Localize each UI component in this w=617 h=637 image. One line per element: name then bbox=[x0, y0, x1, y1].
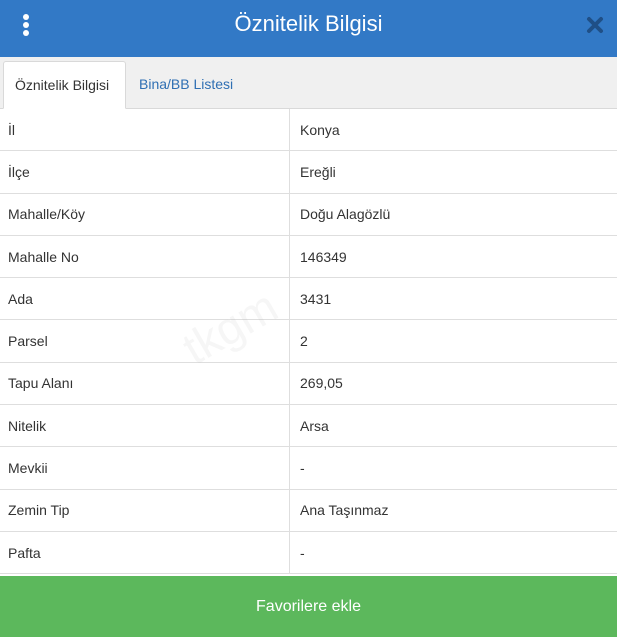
table-row: Parsel 2 bbox=[0, 320, 617, 363]
close-icon bbox=[587, 17, 603, 33]
attribute-value: - bbox=[289, 531, 609, 574]
attribute-label: Parsel bbox=[8, 333, 48, 350]
attribute-value: Ereğli bbox=[289, 151, 609, 193]
tab-attribute-info[interactable]: Öznitelik Bilgisi bbox=[3, 61, 126, 109]
attribute-label: Mevkii bbox=[8, 460, 48, 477]
table-row: Nitelik Arsa bbox=[0, 405, 617, 448]
attribute-label: Pafta bbox=[8, 544, 41, 561]
attribute-value: Konya bbox=[289, 109, 609, 151]
attribute-info-panel: Öznitelik Bilgisi Öznitelik Bilgisi Bina… bbox=[0, 0, 617, 637]
attribute-value: 3431 bbox=[289, 278, 609, 320]
table-row: Mevkii - bbox=[0, 447, 617, 490]
attribute-value: 146349 bbox=[289, 235, 609, 278]
table-row: Mahalle/Köy Doğu Alagözlü bbox=[0, 193, 617, 236]
tab-building-list[interactable]: Bina/BB Listesi bbox=[128, 61, 244, 108]
table-row: İl Konya bbox=[0, 109, 617, 152]
attribute-label: Ada bbox=[8, 290, 33, 307]
attribute-label: Mahalle/Köy bbox=[8, 206, 86, 223]
attribute-value: 2 bbox=[289, 320, 609, 362]
panel-header: Öznitelik Bilgisi bbox=[0, 0, 617, 57]
table-row: Zemin Tip Ana Taşınmaz bbox=[0, 489, 617, 532]
table-row: Pafta - bbox=[0, 531, 617, 575]
attribute-label: Zemin Tip bbox=[8, 502, 70, 519]
attribute-label: Mahalle No bbox=[8, 248, 79, 265]
panel-title: Öznitelik Bilgisi bbox=[234, 11, 383, 36]
attribute-label: İlçe bbox=[8, 163, 30, 180]
attribute-label: Nitelik bbox=[8, 417, 47, 434]
attribute-value: - bbox=[289, 447, 609, 489]
attribute-label: İl bbox=[8, 121, 15, 138]
attribute-table: İl Konya İlçe Ereğli Mahalle/Köy Doğu Al… bbox=[0, 109, 617, 575]
attribute-label: Tapu Alanı bbox=[8, 375, 74, 392]
table-row: Ada 3431 bbox=[0, 278, 617, 321]
attribute-value: Doğu Alagözlü bbox=[289, 193, 609, 235]
table-row: İlçe Ereğli bbox=[0, 151, 617, 194]
close-button[interactable] bbox=[583, 13, 607, 37]
attribute-value: Arsa bbox=[289, 405, 609, 447]
attribute-value: Ana Taşınmaz bbox=[289, 489, 609, 531]
attribute-value: 269,05 bbox=[289, 362, 609, 405]
table-row: Tapu Alanı 269,05 bbox=[0, 362, 617, 406]
table-row: Mahalle No 146349 bbox=[0, 235, 617, 279]
add-to-favorites-button[interactable]: Favorilere ekle bbox=[0, 576, 617, 637]
tab-bar: Öznitelik Bilgisi Bina/BB Listesi bbox=[0, 57, 617, 109]
